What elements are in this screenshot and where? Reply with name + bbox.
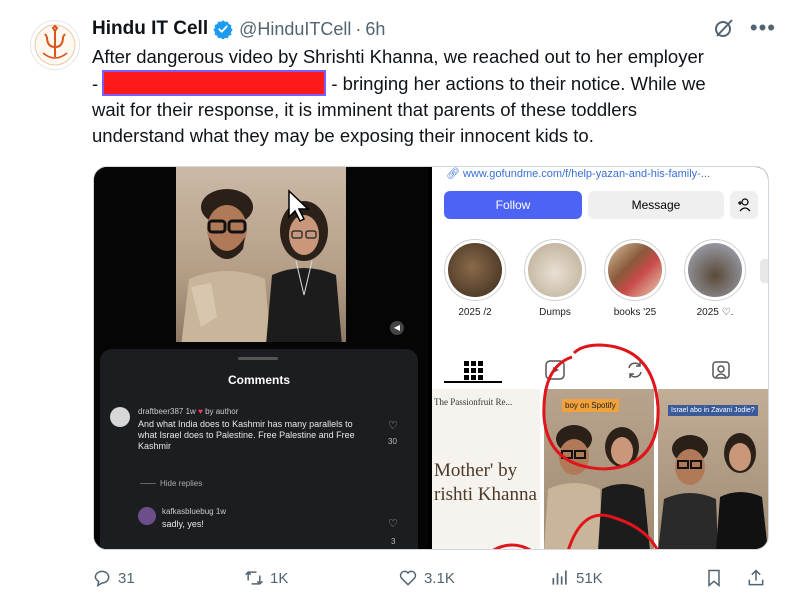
timestamp[interactable]: 6h [365, 19, 385, 40]
message-button[interactable]: Message [588, 191, 724, 219]
redaction-box [102, 70, 327, 96]
grok-icon[interactable] [712, 16, 736, 40]
trishul-logo-icon [34, 24, 76, 66]
hide-replies-link[interactable]: Hide replies [160, 479, 202, 488]
video-screenshot: ◀ Comments draftbeer387 1w ♥ by author A… [94, 167, 428, 549]
share-icon [748, 569, 764, 586]
author-name[interactable]: Hindu IT Cell [92, 18, 208, 40]
follow-button[interactable]: Follow [444, 191, 582, 219]
reply-button[interactable]: 31 [92, 568, 135, 588]
highlight-image [688, 243, 742, 297]
tagged-tab-icon[interactable] [710, 359, 732, 381]
highlight-label: 2025 /2 [458, 307, 492, 318]
tweet-text-line2-prefix: - [92, 73, 99, 94]
profile-link[interactable]: 🔗︎ www.gofundme.com/f/help-yazan-and-his… [446, 167, 766, 183]
divider [140, 483, 156, 484]
drag-handle[interactable] [238, 357, 278, 360]
comment-age: 1w [185, 407, 196, 416]
comment-like-count: 3 [391, 537, 396, 546]
comment-user: kafkasbluebug 1w [162, 507, 226, 516]
comment-like-icon[interactable]: ♡ [388, 517, 398, 530]
mouse-cursor-icon [288, 189, 310, 223]
tweet-text-line4: understand what they may be exposing the… [92, 125, 594, 146]
tweet-actions: 31 1K 3.1K 51K [92, 568, 772, 592]
volume-icon[interactable]: ◀ [390, 321, 404, 335]
tweet-text: After dangerous video by Shrishti Khanna… [92, 44, 777, 149]
highlight-label: 2025 ♡. [696, 307, 734, 318]
tweet-text-line2-suffix: - bringing her actions to their notice. … [331, 73, 706, 94]
more-options-icon[interactable]: ••• [750, 17, 776, 39]
comment-avatar [110, 407, 130, 427]
scroll-right-button[interactable] [760, 259, 768, 283]
comments-title: Comments [227, 373, 290, 387]
separator-dot: · [355, 18, 362, 39]
repost-icon [245, 571, 263, 585]
highlight-item[interactable]: Dumps [522, 239, 588, 318]
highlight-label: books '25 [613, 307, 657, 318]
post-title-line2: rishti Khanna [434, 484, 537, 505]
post-title: Mother' by rishti Khanna [434, 459, 537, 507]
like-count: 3.1K [424, 569, 455, 587]
profile-screenshot: 🔗︎ www.gofundme.com/f/help-yazan-and-his… [432, 167, 768, 549]
profile-link-text: www.gofundme.com/f/help-yazan-and-his-fa… [463, 168, 711, 180]
highlight-image [608, 243, 662, 297]
reels-tab-icon[interactable] [544, 359, 566, 381]
verified-badge-icon [213, 20, 233, 39]
highlight-image [528, 243, 582, 297]
comment-like-count: 30 [388, 437, 397, 446]
grid-tab-icon[interactable] [462, 359, 484, 381]
heart-icon [399, 570, 417, 586]
highlight-image [448, 243, 502, 297]
comment-text: And what India does to Kashmir has many … [138, 419, 355, 451]
post-people-image [658, 433, 768, 549]
person-man-image [181, 189, 271, 342]
tweet-text-line2: - - bringing her actions to their notice… [92, 70, 777, 97]
add-user-icon [738, 198, 751, 212]
repost-button[interactable]: 1K [244, 568, 288, 588]
post-title-line1: Mother' by [434, 460, 518, 481]
comment-like-icon[interactable]: ♡ [388, 419, 398, 432]
comment-username: draftbeer387 [138, 407, 184, 416]
post-text-top: The Passionfruit Re... [434, 397, 513, 407]
reply-count: 31 [118, 569, 135, 587]
bookmark-button[interactable] [704, 568, 724, 588]
author-handle[interactable]: @HinduITCell [239, 19, 351, 40]
comment-username: kafkasbluebug [162, 507, 214, 516]
active-tab-indicator [444, 381, 502, 383]
repost-count: 1K [270, 569, 289, 587]
tweet-text-line1: After dangerous video by Shrishti Khanna… [92, 46, 704, 67]
tweet-text-line3: wait for their response, it is imminent … [92, 99, 637, 120]
repost-tab-icon[interactable] [624, 359, 646, 381]
comment-author-tag: by author [205, 407, 239, 416]
comment-age: 1w [215, 507, 227, 516]
highlight-item[interactable]: 2025 /2 [442, 239, 508, 318]
tweet-header: Hindu IT Cell @HinduITCell · 6h ••• [92, 14, 776, 44]
views-button[interactable]: 51K [550, 568, 603, 588]
reply-icon [94, 570, 110, 588]
view-count: 51K [576, 569, 603, 587]
avatar[interactable] [30, 20, 80, 70]
highlight-item[interactable]: books '25 [602, 239, 668, 318]
like-button[interactable]: 3.1K [398, 568, 455, 588]
link-icon: 🔗︎ [446, 168, 464, 180]
views-chart-icon [552, 570, 567, 585]
add-user-button[interactable] [730, 191, 758, 219]
tweet-media[interactable]: ◀ Comments draftbeer387 1w ♥ by author A… [93, 166, 769, 550]
share-button[interactable] [746, 568, 766, 588]
video-frame [176, 167, 346, 342]
bookmark-icon [708, 569, 720, 588]
comments-panel: Comments draftbeer387 1w ♥ by author And… [100, 349, 418, 549]
post-people-image [544, 425, 650, 549]
grid-post[interactable]: boy on Spotify [544, 389, 654, 549]
posts-grid: The Passionfruit Re... Mother' by rishti… [432, 389, 768, 549]
comment-user: draftbeer387 1w ♥ by author [138, 407, 238, 416]
comment-avatar [138, 507, 156, 525]
highlight-item[interactable]: 2025 ♡. [682, 239, 748, 318]
highlight-label: Dumps [539, 307, 571, 318]
author-heart-icon: ♥ [198, 407, 203, 416]
comment-text: sadly, yes! [162, 519, 204, 529]
grid-post[interactable]: The Passionfruit Re... Mother' by rishti… [432, 389, 540, 549]
grid-post[interactable]: Israel abo in Zavani Jodie? [658, 389, 768, 549]
